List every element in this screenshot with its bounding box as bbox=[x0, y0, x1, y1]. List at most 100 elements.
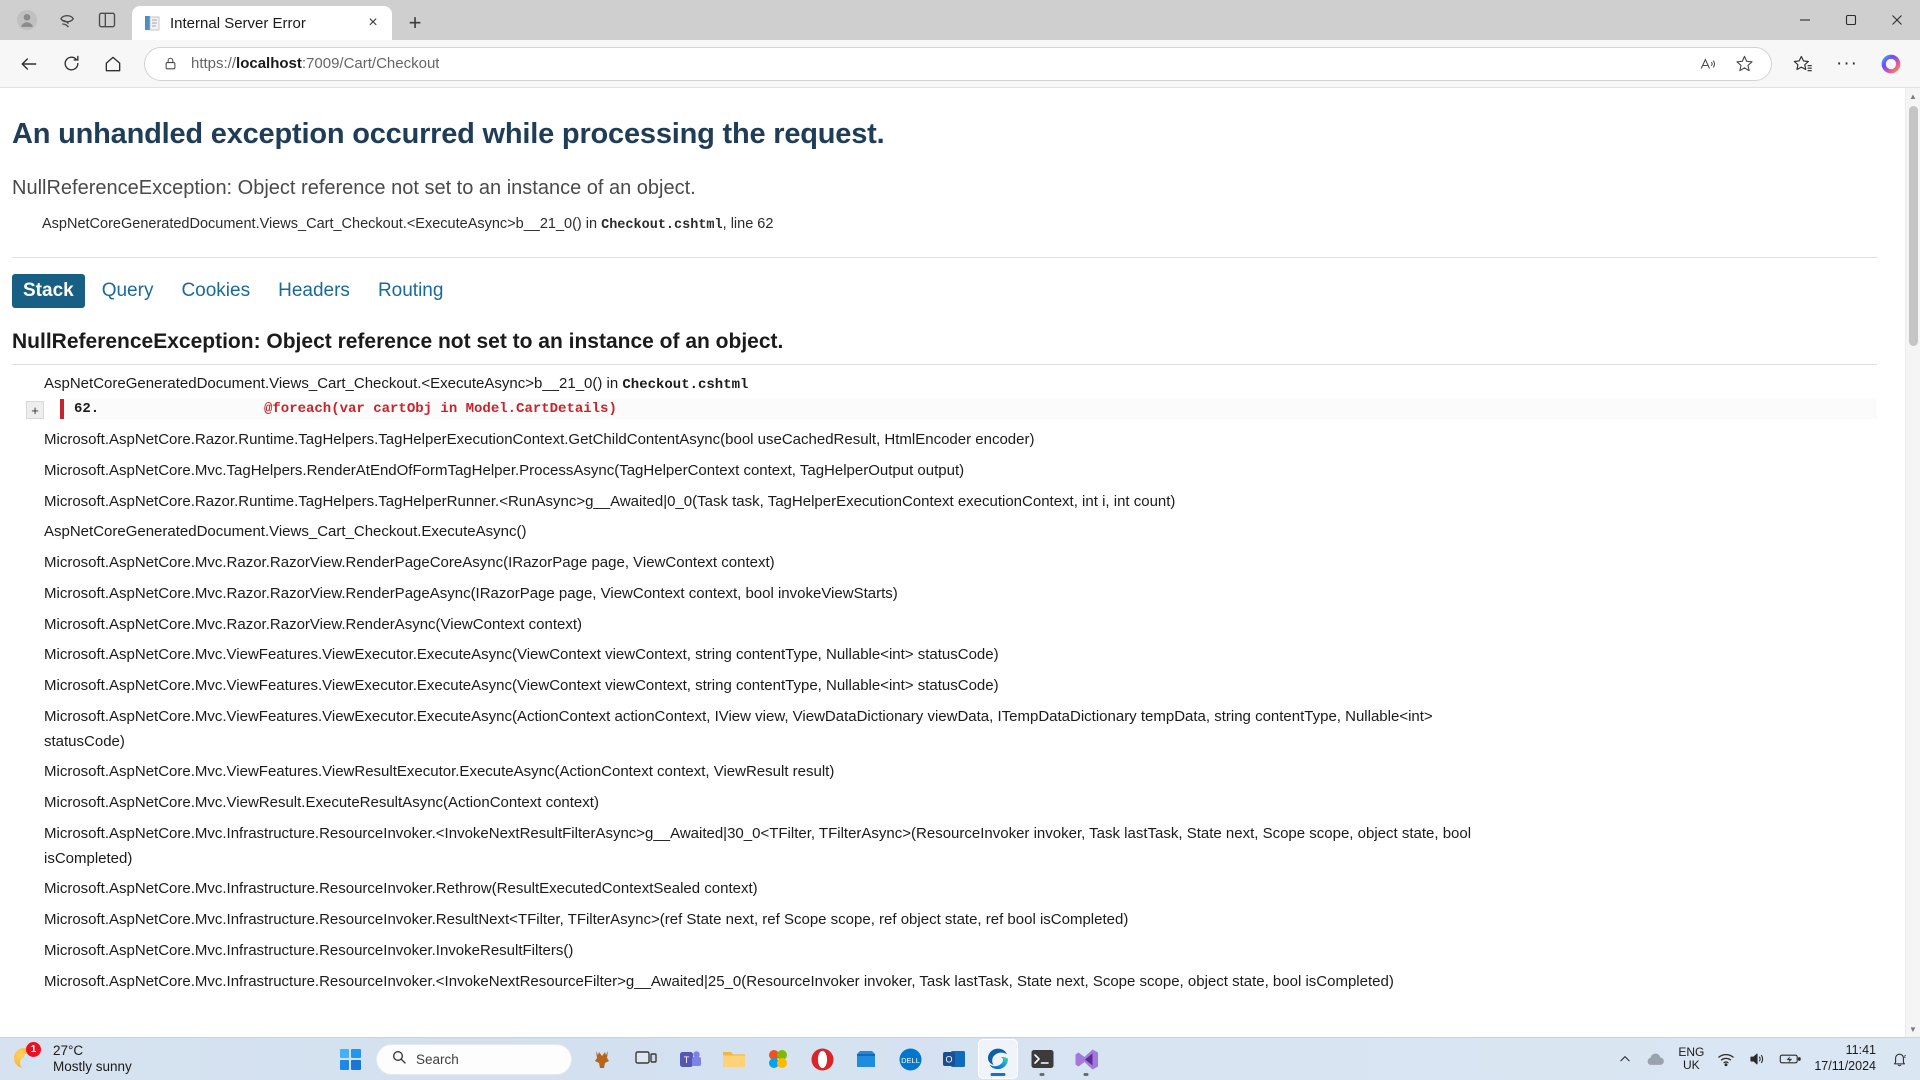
taskbar-apps: T DELL O bbox=[582, 1039, 1106, 1079]
taskbar-center: Search T DELL O bbox=[330, 1039, 1106, 1079]
stack-trace-line: Microsoft.AspNetCore.Mvc.ViewFeatures.Vi… bbox=[44, 677, 999, 694]
language-line2: UK bbox=[1683, 1058, 1700, 1072]
scroll-up-arrow[interactable]: ▲ bbox=[1906, 88, 1920, 104]
clock-time: 11:41 bbox=[1845, 1043, 1876, 1058]
scrollbar-thumb[interactable] bbox=[1909, 106, 1918, 346]
stack-trace-line: Microsoft.AspNetCore.Razor.Runtime.TagHe… bbox=[44, 431, 1035, 448]
start-button[interactable] bbox=[330, 1039, 370, 1079]
scroll-down-arrow[interactable]: ▼ bbox=[1906, 1021, 1920, 1037]
search-placeholder: Search bbox=[416, 1051, 459, 1067]
photos-icon[interactable] bbox=[758, 1039, 798, 1079]
windows-taskbar: 1 27°C Mostly sunny Search T DELL O ENG … bbox=[0, 1037, 1920, 1080]
notification-badge: 1 bbox=[26, 1042, 41, 1057]
windows-logo-icon bbox=[339, 1048, 361, 1070]
source-line-number: 62. bbox=[74, 401, 100, 417]
window-controls bbox=[1782, 0, 1920, 40]
stack-trace-line: Microsoft.AspNetCore.Mvc.Razor.RazorView… bbox=[44, 615, 582, 633]
exception-subtitle: NullReferenceException: Object reference… bbox=[12, 177, 696, 199]
stack-trace-line: Microsoft.AspNetCore.Mvc.TagHelpers.Rend… bbox=[44, 461, 965, 479]
opera-icon[interactable] bbox=[802, 1039, 842, 1079]
exception-heading: NullReferenceException: Object reference… bbox=[12, 330, 784, 353]
clock[interactable]: 11:41 17/11/2024 bbox=[1814, 1043, 1878, 1074]
stack-trace-line: Microsoft.AspNetCore.Mvc.ViewFeatures.Vi… bbox=[44, 646, 999, 664]
weather-widget[interactable]: 1 27°C Mostly sunny bbox=[0, 1042, 330, 1074]
wifi-icon[interactable] bbox=[1717, 1051, 1735, 1067]
browser-toolbar: https://localhost:7009/Cart/Checkout ··· bbox=[0, 40, 1920, 88]
address-bar[interactable]: https://localhost:7009/Cart/Checkout bbox=[144, 46, 1772, 81]
star-icon[interactable] bbox=[1733, 53, 1755, 75]
tab-cookies[interactable]: Cookies bbox=[170, 274, 261, 308]
settings-and-more-icon[interactable]: ··· bbox=[1828, 45, 1866, 83]
tab-query[interactable]: Query bbox=[91, 274, 165, 308]
svg-text:O: O bbox=[945, 1055, 952, 1065]
taskbar-search[interactable]: Search bbox=[376, 1043, 572, 1075]
split-screen-icon[interactable] bbox=[96, 9, 118, 31]
svg-text:DELL: DELL bbox=[901, 1056, 920, 1065]
error-tabs: Stack Query Cookies Headers Routing bbox=[12, 274, 1877, 308]
read-aloud-icon[interactable] bbox=[1697, 53, 1719, 75]
tab-close-icon[interactable]: × bbox=[362, 12, 384, 34]
outlook-icon[interactable]: O bbox=[934, 1039, 974, 1079]
search-icon bbox=[391, 1049, 407, 1070]
terminal-icon[interactable] bbox=[1022, 1039, 1062, 1079]
minimize-button[interactable] bbox=[1782, 0, 1828, 40]
exception-location: AspNetCoreGeneratedDocument.Views_Cart_C… bbox=[42, 216, 774, 233]
speaker-icon[interactable] bbox=[1748, 1051, 1766, 1067]
reload-icon[interactable] bbox=[52, 45, 90, 83]
system-tray: ENG UK 11:41 17/11/2024 z bbox=[1618, 1043, 1920, 1074]
microsoft-store-icon[interactable] bbox=[846, 1039, 886, 1079]
page-scrollbar[interactable]: ▲ ▼ bbox=[1905, 88, 1920, 1037]
stack-frame-title: AspNetCoreGeneratedDocument.Views_Cart_C… bbox=[44, 375, 749, 393]
stack-trace-line: Microsoft.AspNetCore.Mvc.Infrastructure.… bbox=[44, 911, 1129, 928]
home-icon[interactable] bbox=[94, 45, 132, 83]
page-title: An unhandled exception occurred while pr… bbox=[12, 118, 885, 150]
file-explorer-icon[interactable] bbox=[714, 1039, 754, 1079]
stack-trace-line: Microsoft.AspNetCore.Mvc.ViewFeatures.Vi… bbox=[44, 763, 835, 781]
browser-tab-active[interactable]: Internal Server Error × bbox=[132, 6, 392, 40]
visual-studio-icon[interactable] bbox=[1066, 1039, 1106, 1079]
copilot-icon[interactable] bbox=[1872, 45, 1910, 83]
task-view-icon[interactable] bbox=[626, 1039, 666, 1079]
microsoft-edge-icon[interactable] bbox=[978, 1039, 1018, 1079]
teams-icon[interactable]: T bbox=[670, 1039, 710, 1079]
dell-icon[interactable]: DELL bbox=[890, 1039, 930, 1079]
highlighted-source-line: 62. @foreach(var cartObj in Model.CartDe… bbox=[60, 399, 1877, 419]
maximize-button[interactable] bbox=[1828, 0, 1874, 40]
svg-text:T: T bbox=[683, 1055, 689, 1065]
chevron-up-icon[interactable] bbox=[1618, 1052, 1632, 1066]
error-page: An unhandled exception occurred while pr… bbox=[0, 88, 1905, 1037]
stack-trace-line: Microsoft.AspNetCore.Mvc.Infrastructure.… bbox=[44, 941, 574, 959]
tab-stack[interactable]: Stack bbox=[12, 274, 85, 308]
tab-title: Internal Server Error bbox=[170, 14, 306, 32]
lock-icon bbox=[159, 53, 181, 75]
new-tab-button[interactable]: + bbox=[398, 6, 432, 40]
weather-description: Mostly sunny bbox=[53, 1059, 132, 1074]
browser-window: Internal Server Error × + https://localh… bbox=[0, 0, 1920, 1037]
stack-trace-line: AspNetCoreGeneratedDocument.Views_Cart_C… bbox=[44, 523, 527, 541]
clock-date: 17/11/2024 bbox=[1814, 1059, 1876, 1073]
source-code-row: + 62. @foreach(var cartObj in Model.Cart… bbox=[12, 399, 1877, 419]
language-indicator[interactable]: ENG UK bbox=[1678, 1045, 1704, 1072]
expand-source-button[interactable]: + bbox=[26, 401, 44, 419]
stack-trace-line: Microsoft.AspNetCore.Mvc.Infrastructure.… bbox=[44, 824, 1472, 867]
tab-routing[interactable]: Routing bbox=[367, 274, 455, 308]
weather-text: 27°C Mostly sunny bbox=[53, 1043, 132, 1074]
svg-text:z: z bbox=[1903, 1054, 1906, 1060]
stack-trace-line: Microsoft.AspNetCore.Mvc.ViewResult.Exec… bbox=[44, 794, 599, 811]
stack-trace-list: Microsoft.AspNetCore.Razor.Runtime.TagHe… bbox=[12, 425, 1877, 997]
stack-trace-line: Microsoft.AspNetCore.Razor.Runtime.TagHe… bbox=[44, 492, 1176, 510]
browser-tab-strip: Internal Server Error × + bbox=[0, 0, 1920, 40]
divider-2 bbox=[12, 364, 1877, 365]
profile-avatar-icon[interactable] bbox=[16, 9, 38, 31]
back-arrow-icon[interactable] bbox=[10, 45, 48, 83]
tab-search-icon[interactable] bbox=[56, 9, 78, 31]
stack-trace-line: Microsoft.AspNetCore.Mvc.ViewFeatures.Vi… bbox=[44, 707, 1433, 750]
cloud-icon[interactable] bbox=[1645, 1051, 1665, 1067]
deer-widget-icon[interactable] bbox=[582, 1039, 622, 1079]
tab-headers[interactable]: Headers bbox=[267, 274, 361, 308]
address-url: https://localhost:7009/Cart/Checkout bbox=[191, 55, 440, 72]
battery-icon[interactable] bbox=[1779, 1052, 1802, 1066]
notification-bell-icon[interactable]: z bbox=[1891, 1051, 1908, 1068]
close-button[interactable] bbox=[1874, 0, 1920, 40]
collections-icon[interactable] bbox=[1784, 45, 1822, 83]
